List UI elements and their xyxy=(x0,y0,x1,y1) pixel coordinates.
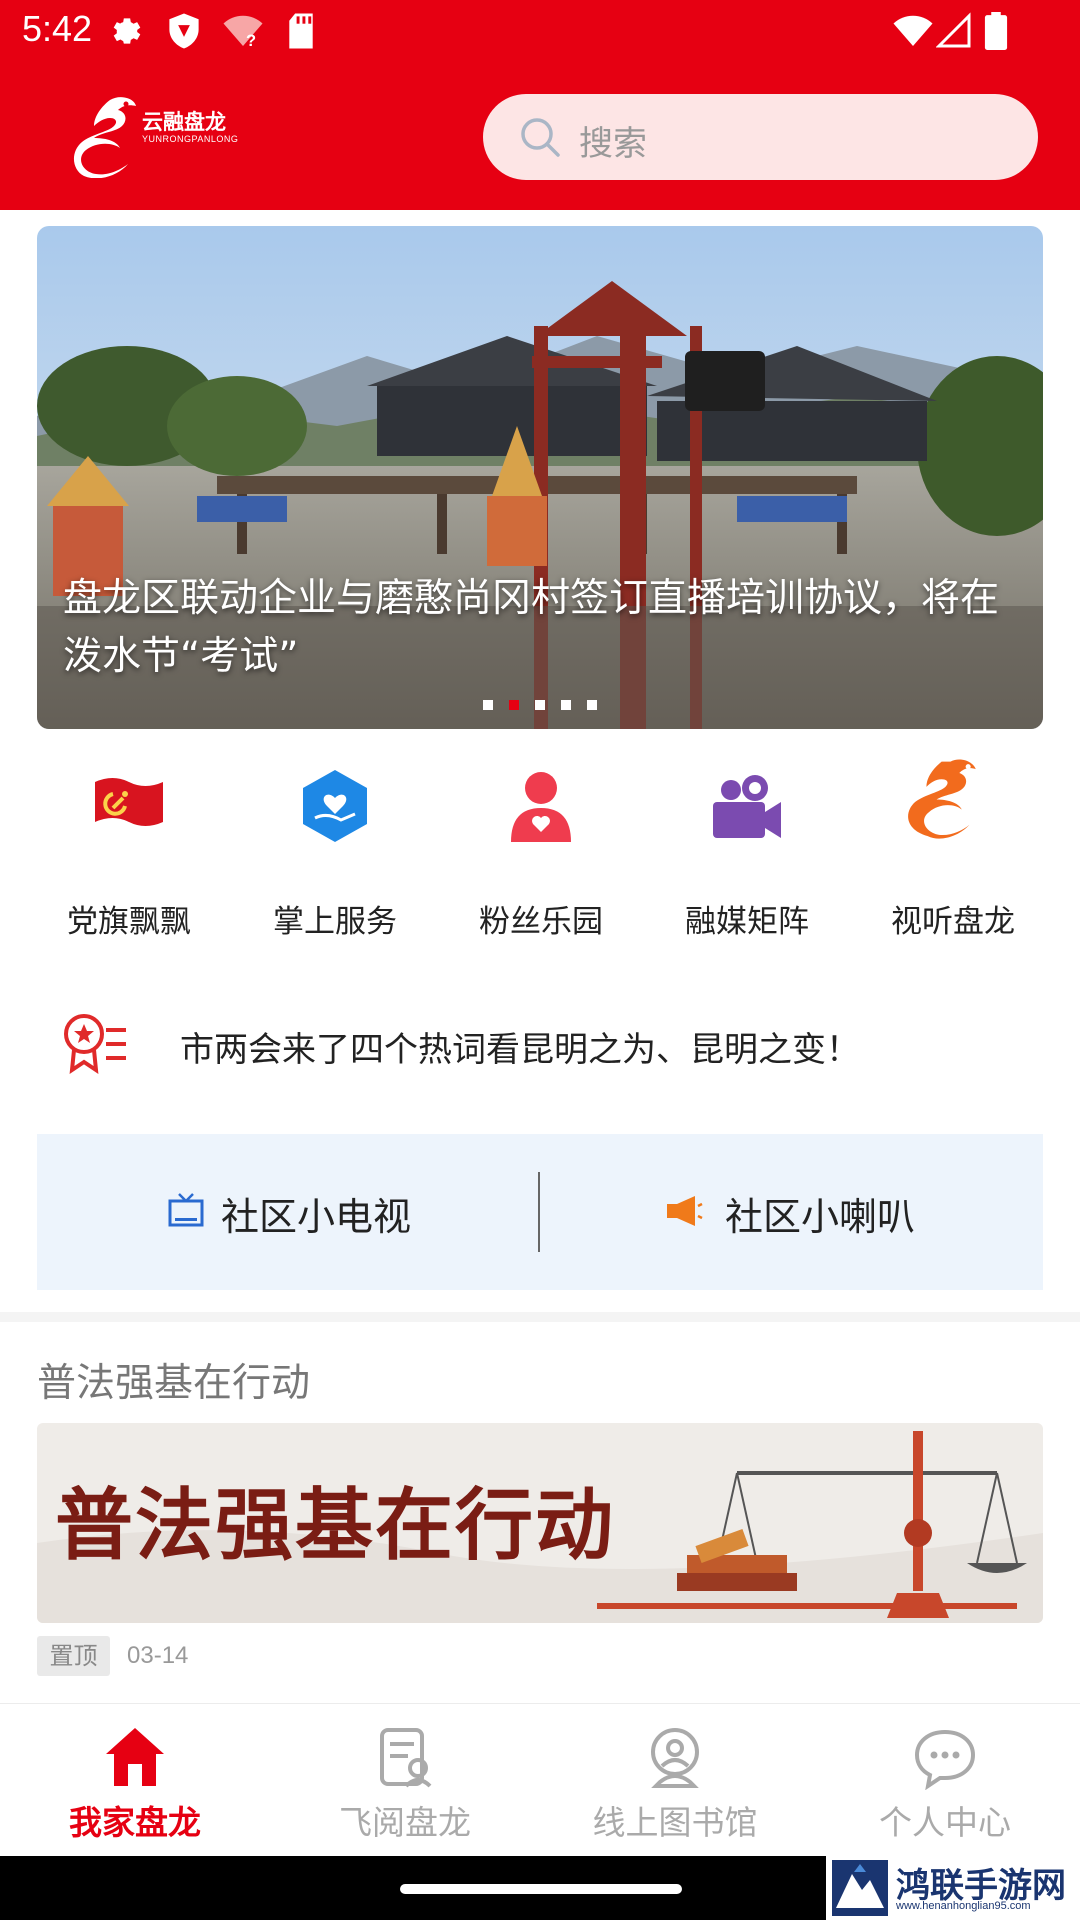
quick-nav-hand-service[interactable]: 掌上服务 xyxy=(232,760,438,950)
article-cover-text: 普法强基在行动 xyxy=(55,1480,616,1571)
banner-carousel[interactable]: 盘龙区联动企业与磨憨尚冈村签订直播培训协议，将在泼水节“考试” xyxy=(37,226,1043,729)
shield-icon xyxy=(169,13,199,49)
tab-home[interactable]: 我家盘龙 xyxy=(0,1704,270,1857)
wifi-question-icon: ? xyxy=(223,15,263,50)
section-divider xyxy=(0,1312,1080,1322)
tab-library[interactable]: 线上图书馆 xyxy=(540,1704,810,1857)
dragon-logo-icon xyxy=(74,97,136,178)
tab-read[interactable]: 飞阅盘龙 xyxy=(270,1704,540,1857)
svg-text:?: ? xyxy=(246,32,256,50)
watermark-logo-icon xyxy=(832,1860,888,1916)
wifi-icon xyxy=(893,15,933,46)
watermark-url: www.henanhonglian95.com xyxy=(896,1900,1031,1912)
status-bar: 5:42 ? xyxy=(0,0,1080,62)
quick-nav-audio-visual[interactable]: 视听盘龙 xyxy=(850,759,1056,950)
community-tv-button[interactable]: 社区小电视 xyxy=(37,1134,539,1290)
hand-service-icon xyxy=(303,770,367,842)
megaphone-icon xyxy=(667,1196,703,1226)
home-icon xyxy=(106,1728,164,1786)
tab-label: 飞阅盘龙 xyxy=(339,1803,471,1842)
community-speaker-label: 社区小喇叭 xyxy=(725,1195,916,1239)
quick-nav-fan-user[interactable]: 粉丝乐园 xyxy=(438,760,644,950)
party-flag-icon xyxy=(95,778,163,826)
gear-icon xyxy=(113,18,141,44)
tab-label: 我家盘龙 xyxy=(69,1803,201,1842)
pin-badge: 置顶 xyxy=(37,1636,110,1676)
status-time: 5:42 xyxy=(22,8,93,49)
tv-icon xyxy=(168,1193,204,1227)
home-gesture-bar[interactable] xyxy=(400,1884,682,1894)
quick-nav-label: 视听盘龙 xyxy=(891,904,1015,940)
quick-nav-label: 党旗飘飘 xyxy=(67,904,191,940)
quick-nav-label: 粉丝乐园 xyxy=(479,904,603,940)
carousel-dot-active[interactable] xyxy=(509,700,519,710)
quick-nav-media-matrix[interactable]: 融媒矩阵 xyxy=(644,760,850,950)
carousel-dot[interactable] xyxy=(561,700,571,710)
banner-title: 盘龙区联动企业与磨憨尚冈村签订直播培训协议，将在泼水节“考试” xyxy=(63,576,1000,679)
quick-nav-label: 融媒矩阵 xyxy=(685,904,809,940)
battery-icon xyxy=(984,12,1008,50)
award-list-icon xyxy=(64,1014,126,1074)
search-bar[interactable]: 搜索 xyxy=(483,94,1038,180)
tab-profile[interactable]: 个人中心 xyxy=(810,1704,1080,1857)
sd-card-icon xyxy=(289,13,313,49)
search-placeholder: 搜索 xyxy=(579,124,647,164)
carousel-dot[interactable] xyxy=(587,700,597,710)
community-panel: 社区小电视 社区小喇叭 xyxy=(37,1134,1043,1290)
fan-user-icon xyxy=(511,772,571,842)
section-title[interactable]: 普法强基在行动 xyxy=(37,1352,310,1408)
community-speaker-button[interactable]: 社区小喇叭 xyxy=(540,1134,1042,1290)
community-tv-label: 社区小电视 xyxy=(221,1195,412,1239)
watermark: 鸿联手游网 www.henanhonglian95.com xyxy=(826,1856,1080,1920)
bottom-navigation: 我家盘龙 飞阅盘龙 线上图书馆 个人中心 xyxy=(0,1703,1080,1856)
dragon-logo-icon xyxy=(908,759,976,839)
carousel-dot[interactable] xyxy=(483,700,493,710)
app-header: 云融盘龙 YUNRONGPANLONG 搜索 xyxy=(0,62,1080,210)
carousel-dot[interactable] xyxy=(535,700,545,710)
logo-text: 云融盘龙 xyxy=(142,110,226,134)
headline-text: 市两会来了四个热词看昆明之为、昆明之变！ xyxy=(180,1030,860,1070)
signal-icon xyxy=(936,12,971,48)
document-icon xyxy=(380,1728,432,1788)
quick-nav-party-flag[interactable]: 党旗飘飘 xyxy=(26,760,232,950)
logo-subtext: YUNRONGPANLONG xyxy=(142,134,239,144)
library-icon xyxy=(651,1728,699,1788)
tab-label: 线上图书馆 xyxy=(592,1803,758,1842)
quick-nav-label: 掌上服务 xyxy=(273,904,397,940)
tab-label: 个人中心 xyxy=(879,1803,1011,1842)
chat-bubble-icon xyxy=(914,1729,976,1790)
search-icon xyxy=(521,118,560,157)
article-cover-image[interactable]: 普法强基在行动 xyxy=(37,1423,1043,1623)
video-camera-icon xyxy=(713,775,781,838)
quick-nav: 党旗飘飘 掌上服务 粉丝乐园 融媒矩阵 视听盘龙 xyxy=(0,759,1080,950)
headline-ticker[interactable]: 市两会来了四个热词看昆明之为、昆明之变！ xyxy=(0,1000,1080,1090)
article-date: 03-14 xyxy=(127,1642,189,1669)
